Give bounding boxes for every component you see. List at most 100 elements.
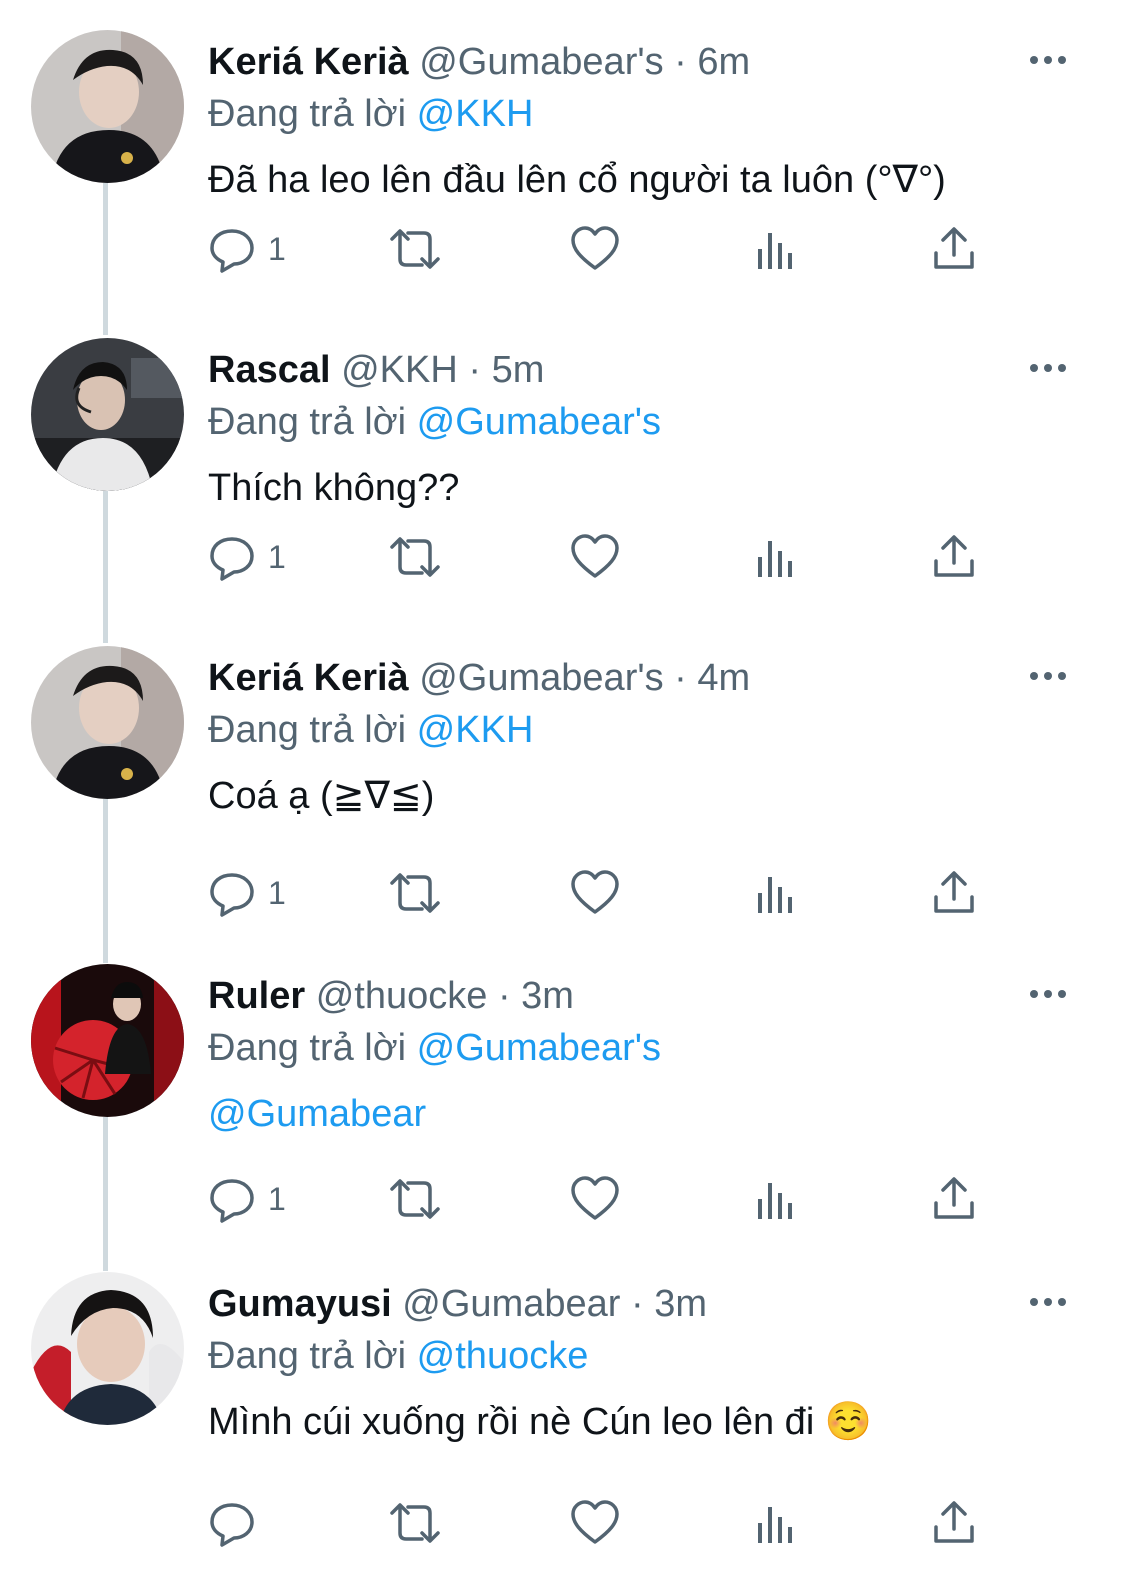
tweet[interactable]: Keriá Kerià @Gumabear's · 6m Đang trả lờ… xyxy=(0,30,1125,338)
display-name[interactable]: Rascal xyxy=(208,349,331,391)
views-icon xyxy=(758,233,792,269)
timestamp[interactable]: 4m xyxy=(697,657,750,699)
tweet-text: Đã ha leo lên đầu lên cổ người ta luôn (… xyxy=(208,159,946,201)
more-icon[interactable] xyxy=(1028,1292,1068,1312)
like-button[interactable] xyxy=(570,868,620,918)
like-icon xyxy=(571,870,619,914)
tweet[interactable]: Rascal @KKH · 5m Đang trả lời @Gumabear'… xyxy=(0,338,1125,646)
timestamp[interactable]: 3m xyxy=(521,975,574,1017)
like-icon xyxy=(571,1500,619,1544)
separator-dot: · xyxy=(674,41,687,83)
retweet-button[interactable] xyxy=(386,532,444,582)
reply-icon xyxy=(210,1503,254,1547)
views-icon xyxy=(758,1183,792,1219)
action-bar: 1 xyxy=(208,1174,1008,1224)
separator-dot: · xyxy=(630,1283,644,1325)
more-icon[interactable] xyxy=(1028,358,1068,378)
action-bar xyxy=(208,1498,1008,1548)
more-icon[interactable] xyxy=(1028,984,1068,1004)
replying-mention[interactable]: @Gumabear's xyxy=(417,1027,661,1069)
like-icon xyxy=(571,1176,619,1220)
reply-icon xyxy=(210,229,254,273)
like-button[interactable] xyxy=(570,532,620,582)
tweet-text: Mình cúi xuống rồi nè Cún leo lên đi ☺️ xyxy=(208,1401,873,1443)
reply-count: 1 xyxy=(268,1180,286,1217)
replying-prefix: Đang trả lời xyxy=(208,93,407,135)
views-button[interactable] xyxy=(754,1174,798,1224)
user-handle[interactable]: @Gumabear's xyxy=(419,41,663,83)
avatar[interactable] xyxy=(31,338,184,491)
separator-dot: · xyxy=(497,975,511,1017)
retweet-button[interactable] xyxy=(386,868,444,918)
retweet-button[interactable] xyxy=(386,224,444,274)
share-button[interactable] xyxy=(930,224,978,274)
replying-mention[interactable]: @Gumabear's xyxy=(417,401,661,443)
like-button[interactable] xyxy=(570,1498,620,1548)
like-button[interactable] xyxy=(570,1174,620,1224)
views-button[interactable] xyxy=(754,224,798,274)
avatar[interactable] xyxy=(31,646,184,799)
retweet-icon xyxy=(390,229,440,269)
display-name[interactable]: Ruler xyxy=(208,975,305,1017)
tweet[interactable]: Ruler @thuocke · 3m Đang trả lời @Gumabe… xyxy=(0,964,1125,1272)
separator-dot: · xyxy=(468,349,482,391)
separator-dot: · xyxy=(674,657,687,699)
user-handle[interactable]: @Gumabear xyxy=(402,1283,620,1325)
tweet-text-mention[interactable]: @Gumabear xyxy=(208,1088,426,1140)
avatar[interactable] xyxy=(31,30,184,183)
more-icon[interactable] xyxy=(1028,50,1068,70)
reply-button[interactable]: 1 xyxy=(208,224,286,274)
action-bar: 1 xyxy=(208,224,1008,274)
reply-button[interactable] xyxy=(208,1498,268,1548)
tweet-header: Ruler @thuocke · 3m xyxy=(208,972,574,1020)
timestamp[interactable]: 3m xyxy=(654,1283,707,1325)
retweet-button[interactable] xyxy=(386,1174,444,1224)
reply-icon xyxy=(210,873,254,917)
tweet-header: Keriá Kerià @Gumabear's · 4m xyxy=(208,654,750,702)
avatar[interactable] xyxy=(31,1272,184,1425)
replying-mention[interactable]: @KKH xyxy=(417,709,534,751)
timestamp[interactable]: 5m xyxy=(492,349,545,391)
replying-to: Đang trả lời @thuocke xyxy=(208,1332,588,1380)
views-button[interactable] xyxy=(754,532,798,582)
share-button[interactable] xyxy=(930,868,978,918)
views-button[interactable] xyxy=(754,868,798,918)
user-handle[interactable]: @KKH xyxy=(341,349,458,391)
reply-count: 1 xyxy=(268,230,286,267)
reply-button[interactable]: 1 xyxy=(208,1174,286,1224)
reply-button[interactable]: 1 xyxy=(208,532,286,582)
views-icon xyxy=(758,877,792,913)
tweet[interactable]: Gumayusi @Gumabear · 3m Đang trả lời @th… xyxy=(0,1272,1125,1580)
user-handle[interactable]: @Gumabear's xyxy=(419,657,663,699)
replying-mention[interactable]: @KKH xyxy=(417,93,534,135)
tweet[interactable]: Keriá Kerià @Gumabear's · 4m Đang trả lờ… xyxy=(0,646,1125,954)
share-button[interactable] xyxy=(930,1498,978,1548)
display-name[interactable]: Keriá Kerià xyxy=(208,657,409,699)
display-name[interactable]: Gumayusi xyxy=(208,1283,392,1325)
reply-icon xyxy=(210,537,254,581)
like-icon xyxy=(571,534,619,578)
like-button[interactable] xyxy=(570,224,620,274)
more-icon[interactable] xyxy=(1028,666,1068,686)
replying-to: Đang trả lời @KKH xyxy=(208,90,533,138)
reply-count: 1 xyxy=(268,874,286,911)
share-icon xyxy=(934,871,974,913)
replying-prefix: Đang trả lời xyxy=(208,709,407,751)
user-handle[interactable]: @thuocke xyxy=(316,975,488,1017)
tweet-text: Coá ạ (≧∇≦) xyxy=(208,775,435,817)
reply-button[interactable]: 1 xyxy=(208,868,286,918)
reply-count: 1 xyxy=(268,538,286,575)
replying-prefix: Đang trả lời xyxy=(208,1027,407,1069)
display-name[interactable]: Keriá Kerià xyxy=(208,41,409,83)
timestamp[interactable]: 6m xyxy=(697,41,750,83)
share-button[interactable] xyxy=(930,1174,978,1224)
avatar[interactable] xyxy=(31,964,184,1117)
replying-prefix: Đang trả lời xyxy=(208,1335,407,1377)
retweet-icon xyxy=(390,537,440,577)
retweet-button[interactable] xyxy=(386,1498,444,1548)
replying-mention[interactable]: @thuocke xyxy=(417,1335,589,1377)
tweet-text: Thích không?? xyxy=(208,467,460,509)
share-button[interactable] xyxy=(930,532,978,582)
views-button[interactable] xyxy=(754,1498,798,1548)
views-icon xyxy=(758,1507,792,1543)
